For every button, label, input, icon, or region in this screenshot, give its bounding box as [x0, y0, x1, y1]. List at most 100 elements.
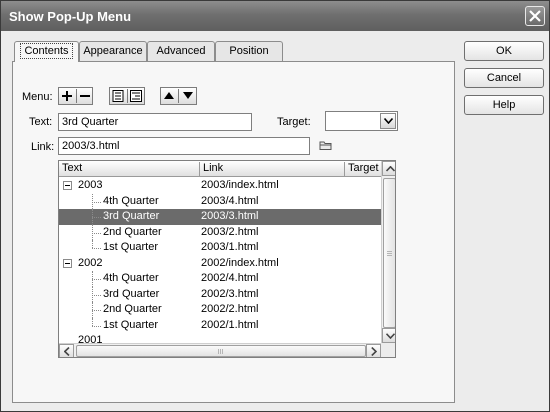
tree-group-row[interactable]: 2003 2003/index.html	[59, 178, 381, 194]
tree-group-row[interactable]: 2002 2002/index.html	[59, 256, 381, 272]
browse-button[interactable]	[319, 139, 333, 154]
tree-group-row[interactable]: 2001	[59, 333, 381, 343]
scroll-right-button[interactable]	[366, 344, 381, 357]
move-up-button[interactable]	[161, 88, 177, 104]
grip	[222, 349, 223, 354]
plus-icon	[62, 91, 72, 101]
outdent-button[interactable]	[110, 88, 126, 104]
link-field[interactable]: 2003/3.html	[58, 137, 310, 155]
tree-cell-link: 2002/2.html	[201, 303, 259, 315]
tree-cell-text: 2002	[78, 256, 103, 269]
link-label: Link:	[31, 141, 55, 153]
title-bar[interactable]: Show Pop-Up Menu	[1, 1, 549, 31]
tree-cell-link: 2003/2.html	[201, 225, 259, 238]
tree-item-row[interactable]: 1st Quarter 2003/1.html	[59, 240, 381, 256]
horizontal-scrollbar[interactable]	[59, 343, 381, 357]
tree-line	[92, 201, 101, 203]
vertical-scroll-thumb[interactable]	[383, 178, 395, 328]
tree-cell-text: 4th Quarter	[103, 194, 159, 207]
grip	[220, 349, 221, 354]
grip	[387, 251, 392, 252]
tree-header: Text Link Target	[59, 161, 381, 177]
horizontal-scroll-thumb[interactable]	[76, 345, 366, 357]
tab-position[interactable]: Position	[215, 41, 283, 61]
tree-cell-text: 2001	[78, 334, 103, 343]
tree-line	[92, 240, 93, 248]
chevron-left-icon	[64, 347, 70, 356]
scroll-left-button[interactable]	[59, 344, 74, 357]
move-down-button[interactable]	[180, 88, 196, 104]
chevron-down-icon	[384, 118, 393, 124]
target-label: Target:	[277, 116, 311, 128]
chevron-down-icon	[386, 333, 395, 339]
scroll-down-button[interactable]	[382, 328, 395, 343]
scroll-corner	[381, 343, 395, 357]
tree-cell-text: 1st Quarter	[103, 318, 159, 331]
tree-line	[92, 294, 101, 296]
column-header-target[interactable]: Target	[345, 162, 381, 176]
tree-cell-text: 3rd Quarter	[103, 210, 160, 222]
target-select[interactable]	[325, 111, 398, 131]
tab-appearance[interactable]: Appearance	[79, 41, 147, 61]
tab-position-label: Position	[229, 45, 269, 57]
target-dropdown-button[interactable]	[380, 113, 396, 129]
tab-contents[interactable]: Contents	[14, 41, 79, 62]
tree-cell-text: 2nd Quarter	[103, 303, 162, 315]
divider	[178, 89, 179, 103]
tree-cell-text: 3rd Quarter	[103, 287, 160, 300]
ok-button[interactable]: OK	[464, 41, 544, 61]
vertical-scrollbar[interactable]	[381, 161, 395, 343]
chevron-right-icon	[371, 347, 377, 356]
help-button[interactable]: Help	[464, 95, 544, 115]
tree-item-row[interactable]: 2nd Quarter 2003/2.html	[59, 224, 381, 240]
grip	[218, 349, 219, 354]
tree-item-row[interactable]: 2nd Quarter 2002/2.html	[59, 302, 381, 318]
remove-item-button[interactable]	[77, 88, 93, 104]
scroll-up-button[interactable]	[382, 161, 395, 176]
chevron-up-icon	[386, 166, 395, 172]
tree-cell-link: 2002/index.html	[201, 256, 279, 269]
tree-item-row[interactable]: 1st Quarter 2002/1.html	[59, 317, 381, 334]
column-header-text[interactable]: Text	[59, 162, 200, 176]
tree-item-row[interactable]: 3rd Quarter 2002/3.html	[59, 286, 381, 302]
tree-line	[92, 217, 101, 218]
add-item-button[interactable]	[59, 88, 75, 104]
tree-cell-link: 2002/4.html	[201, 272, 259, 284]
indent-group	[109, 87, 145, 105]
tree-line	[92, 310, 101, 311]
tree-cell-link: 2003/4.html	[201, 194, 259, 207]
dialog-window: Show Pop-Up Menu Contents Appearance Adv…	[0, 0, 550, 412]
tab-contents-label: Contents	[20, 43, 73, 59]
menu-label: Menu:	[22, 91, 53, 103]
close-button[interactable]	[525, 6, 545, 26]
tree-item-row[interactable]: 4th Quarter 2002/4.html	[59, 271, 381, 287]
text-field[interactable]: 3rd Quarter	[58, 113, 252, 131]
tree-cell-text: 2003	[78, 179, 103, 191]
indent-button[interactable]	[128, 88, 144, 104]
tree-cell-text: 4th Quarter	[103, 272, 159, 284]
grip	[387, 255, 392, 256]
tab-advanced[interactable]: Advanced	[147, 41, 215, 61]
outdent-icon	[112, 90, 124, 102]
tree-cell-text: 1st Quarter	[103, 241, 159, 253]
tree-line	[92, 279, 101, 280]
triangle-down-icon	[183, 92, 193, 99]
move-group	[160, 87, 197, 105]
close-icon	[529, 10, 541, 22]
menu-items-tree[interactable]: Text Link Target 2003 2003/index.html 4th …	[58, 160, 396, 358]
cancel-button[interactable]: Cancel	[464, 68, 544, 88]
tree-cell-link: 2003/1.html	[201, 241, 259, 253]
collapse-toggle-icon[interactable]	[63, 258, 72, 268]
minus-icon	[80, 95, 90, 97]
tree-body: 2003 2003/index.html 4th Quarter 2003/4.htm…	[59, 178, 381, 343]
column-header-link[interactable]: Link	[200, 162, 345, 176]
tree-item-row[interactable]: 3rd Quarter 2003/3.html	[59, 209, 381, 225]
folder-icon	[319, 141, 332, 150]
tree-cell-link: 2003/3.html	[201, 210, 259, 222]
tree-line	[92, 248, 101, 249]
tree-cell-link: 2003/index.html	[201, 179, 279, 191]
tree-item-row[interactable]: 4th Quarter 2003/4.html	[59, 193, 381, 209]
collapse-toggle-icon[interactable]	[63, 181, 72, 190]
tree-cell-text: 2nd Quarter	[103, 225, 162, 238]
indent-icon	[130, 90, 142, 102]
